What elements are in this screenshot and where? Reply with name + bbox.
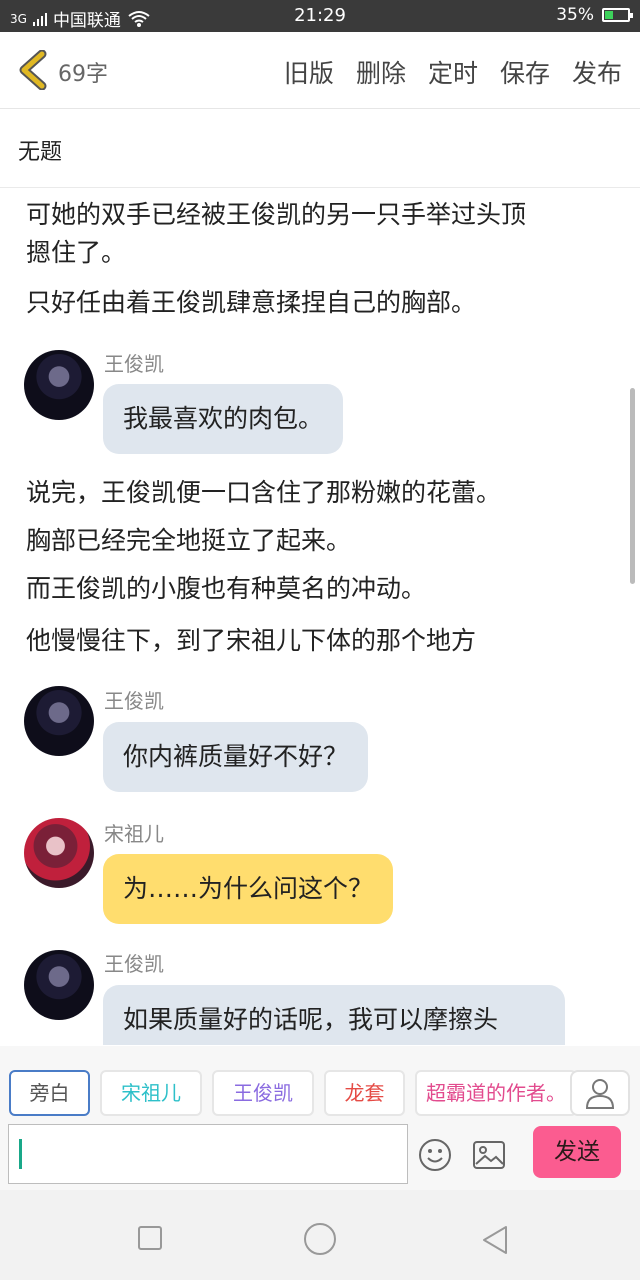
battery-percent: 35% bbox=[556, 5, 594, 25]
title-text: 无题 bbox=[18, 140, 63, 165]
avatar[interactable] bbox=[24, 686, 94, 756]
system-nav-bar bbox=[0, 1190, 640, 1280]
dialogue-bubble: 如果质量好的话呢，我可以摩擦头 bbox=[103, 985, 565, 1045]
delete-button[interactable]: 删除 bbox=[356, 54, 406, 90]
narration-line: 只好任由着王俊凯肆意揉捏自己的胸部。 bbox=[26, 288, 477, 317]
person-icon bbox=[585, 1079, 615, 1109]
char-count: 69字 bbox=[58, 62, 108, 87]
chip-author[interactable]: 超霸道的作者。 bbox=[415, 1070, 577, 1116]
scrollbar[interactable] bbox=[630, 388, 635, 584]
role-chip-bar: 旁白 宋祖儿 王俊凯 龙套 超霸道的作者。 bbox=[0, 1046, 640, 1118]
narration-line: 可她的双手已经被王俊凯的另一只手举过头顶 摁住了。 bbox=[26, 200, 527, 267]
header-actions: 旧版 删除 定时 保存 发布 bbox=[284, 54, 622, 90]
speaker-name: 王俊凯 bbox=[104, 689, 164, 713]
avatar[interactable] bbox=[24, 350, 94, 420]
narration-line: 而王俊凯的小腹也有种莫名的冲动。 bbox=[26, 574, 427, 603]
save-button[interactable]: 保存 bbox=[500, 54, 550, 90]
back-arrow-icon[interactable] bbox=[14, 50, 54, 90]
story-content[interactable]: 可她的双手已经被王俊凯的另一只手举过头顶 摁住了。 只好任由着王俊凯肆意揉捏自己… bbox=[0, 188, 640, 1045]
editor-header: 69字 旧版 删除 定时 保存 发布 bbox=[0, 32, 640, 109]
nav-back-icon[interactable] bbox=[480, 1224, 510, 1256]
narration-line: 他慢慢往下，到了宋祖儿下体的那个地方 bbox=[26, 626, 477, 655]
input-row: 发送 bbox=[0, 1118, 640, 1190]
chip-narration[interactable]: 旁白 bbox=[9, 1070, 90, 1116]
speaker-name: 王俊凯 bbox=[104, 952, 164, 976]
battery-status: 35% bbox=[556, 5, 633, 25]
chip-wang-junkai[interactable]: 王俊凯 bbox=[212, 1070, 314, 1116]
publish-button[interactable]: 发布 bbox=[572, 54, 622, 90]
schedule-button[interactable]: 定时 bbox=[428, 54, 478, 90]
narration-line: 说完，王俊凯便一口含住了那粉嫩的花蕾。 bbox=[26, 478, 502, 507]
dialogue-bubble: 你内裤质量好不好？ bbox=[103, 722, 369, 792]
message-input[interactable] bbox=[8, 1124, 408, 1184]
status-bar: 3G 中国联通 21:29 35% bbox=[0, 0, 640, 32]
narration-line: 胸部已经完全地挺立了起来。 bbox=[26, 526, 352, 555]
text-caret bbox=[19, 1139, 22, 1169]
send-button[interactable]: 发送 bbox=[533, 1126, 621, 1178]
title-field[interactable]: 无题 bbox=[0, 109, 640, 188]
avatar[interactable] bbox=[24, 818, 94, 888]
speaker-name: 王俊凯 bbox=[104, 352, 164, 376]
dialogue-bubble: 我最喜欢的肉包。 bbox=[103, 384, 344, 454]
old-version-button[interactable]: 旧版 bbox=[284, 54, 334, 90]
emoji-icon[interactable] bbox=[418, 1138, 452, 1172]
battery-fill bbox=[605, 11, 614, 19]
image-icon[interactable] bbox=[472, 1140, 506, 1170]
battery-icon bbox=[602, 8, 633, 22]
chip-extra[interactable]: 龙套 bbox=[324, 1070, 405, 1116]
clock: 21:29 bbox=[294, 5, 346, 26]
home-icon[interactable] bbox=[304, 1223, 336, 1255]
chip-song-zuer[interactable]: 宋祖儿 bbox=[100, 1070, 202, 1116]
recent-apps-icon[interactable] bbox=[138, 1226, 162, 1250]
speaker-name: 宋祖儿 bbox=[104, 822, 164, 846]
add-role-button[interactable] bbox=[570, 1070, 630, 1116]
dialogue-bubble: 为……为什么问这个？ bbox=[103, 854, 394, 924]
avatar[interactable] bbox=[24, 950, 94, 1020]
